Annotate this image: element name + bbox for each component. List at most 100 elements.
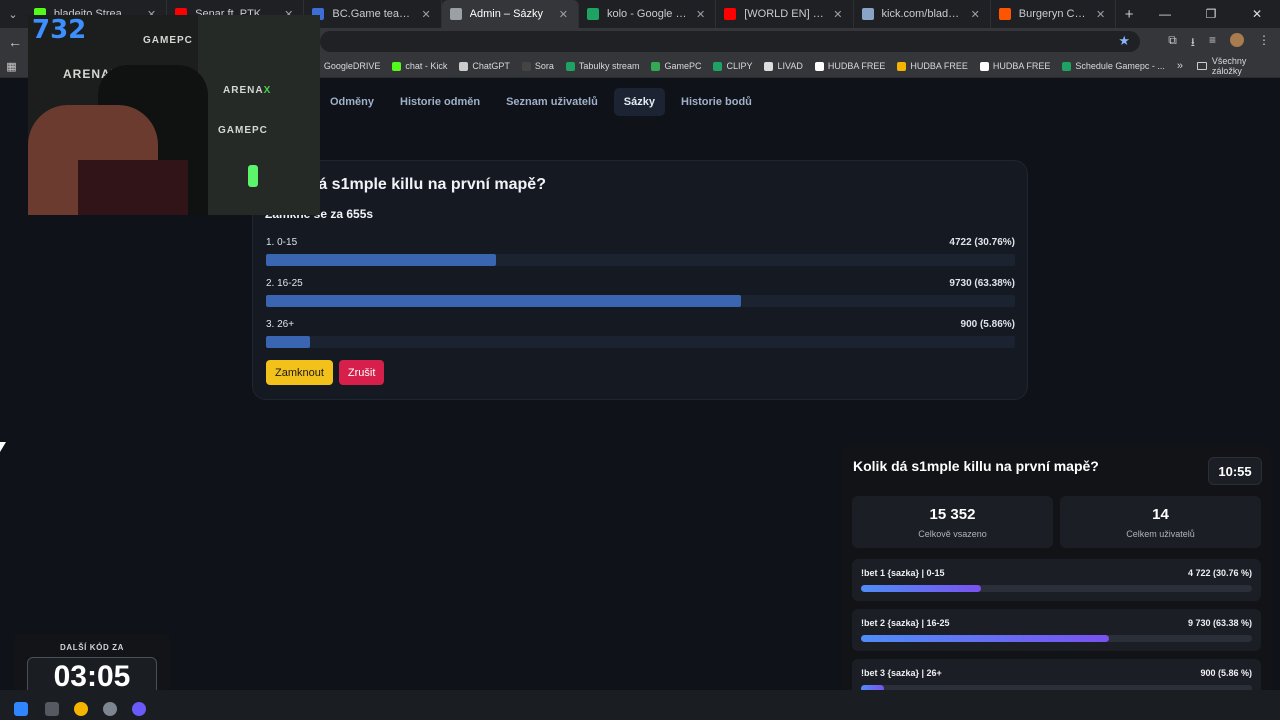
chrome-icon[interactable] <box>74 702 88 716</box>
bookmark-favicon-icon <box>897 61 907 71</box>
lock-button[interactable]: Zamknout <box>266 360 333 385</box>
browser-tab-active[interactable]: Admin – Sázky ✕ <box>441 0 579 28</box>
bookmark-item[interactable]: HUDBA FREE <box>897 61 968 71</box>
bookmark-favicon-icon <box>565 61 575 71</box>
bookmark-favicon-icon <box>814 61 824 71</box>
browser-tab[interactable]: BC.Game team overview ✕ <box>304 0 442 28</box>
close-icon[interactable]: ✕ <box>1096 8 1105 21</box>
bookmark-item[interactable]: HUDBA FREE <box>979 61 1051 71</box>
total-bet-value: 15 352 <box>929 506 976 523</box>
new-tab-button[interactable]: + <box>1116 6 1142 23</box>
bookmark-item[interactable]: chat - Kick <box>392 61 447 71</box>
webcam-overlay: GAMEPC ARENAX ARENAX GAMEPC 732 <box>28 15 320 215</box>
all-bookmarks-button[interactable]: Všechny záložky <box>1197 56 1270 76</box>
sponsor-logo: GAMEPC <box>143 35 193 46</box>
overlay-bet-row: !bet 2 {sazka} | 16-25 9 730 (63.38 %) <box>852 609 1261 651</box>
bookmark-item[interactable]: Sora <box>521 61 554 71</box>
bookmark-item[interactable]: Schedule Gamepc - ... <box>1062 61 1165 71</box>
extensions-icon[interactable]: ⧉ <box>1168 33 1177 54</box>
total-bet-label: Celkově vsazeno <box>918 529 987 539</box>
option-value: 900 (5.86%) <box>960 319 1015 330</box>
bookmark-item[interactable]: HUDBA FREE <box>814 61 885 71</box>
tab-user-list[interactable]: Seznam uživatelů <box>496 88 608 116</box>
avatar[interactable] <box>1230 33 1244 47</box>
obs-icon[interactable] <box>103 702 117 716</box>
bookmark-label: HUDBA FREE <box>992 61 1051 71</box>
tab-label: kick.com/bladeito <box>881 8 965 20</box>
bookmark-item[interactable]: GoogleDRIVE <box>310 61 381 71</box>
overlay-bet-row: !bet 1 {sazka} | 0-15 4 722 (30.76 %) <box>852 559 1261 601</box>
folder-icon <box>1197 62 1207 70</box>
search-icon[interactable] <box>45 702 59 716</box>
bet-label: !bet 1 {sazka} | 0-15 <box>861 568 945 578</box>
tab-label: [WORLD EN] CS2 LCQ - Y <box>744 8 828 20</box>
next-code-label: DALŠÍ KÓD ZA <box>59 643 125 652</box>
back-arrow-icon[interactable]: ← <box>0 34 30 50</box>
bookmark-label: chat - Kick <box>405 61 448 71</box>
option-label: 3. 26+ <box>266 319 295 330</box>
close-icon[interactable]: ✕ <box>833 8 842 21</box>
bookmark-label: ChatGPT <box>472 61 510 71</box>
bet-value: 4 722 (30.76 %) <box>1187 568 1252 578</box>
close-icon[interactable]: ✕ <box>971 8 980 21</box>
tab-reward-history[interactable]: Historie odměn <box>390 88 490 116</box>
tab-rewards[interactable]: Odměny <box>320 88 384 116</box>
download-icon[interactable]: ⭳ <box>1191 33 1195 54</box>
browser-tab[interactable]: [WORLD EN] CS2 LCQ - Y ✕ <box>716 0 854 28</box>
bet-bar-track <box>861 585 1252 592</box>
bookmark-item[interactable]: LIVAD <box>764 61 803 71</box>
bet-label: !bet 2 {sazka} | 16-25 <box>861 618 950 628</box>
bookmark-item[interactable]: CLIPY <box>713 61 752 71</box>
discord-icon[interactable] <box>132 702 146 716</box>
tab-bets[interactable]: Sázky <box>613 88 665 116</box>
bookmark-item[interactable]: Tabulky stream <box>565 61 639 71</box>
cancel-button[interactable]: Zrušit <box>338 360 385 385</box>
browser-tab[interactable]: kick.com/bladeito ✕ <box>854 0 991 28</box>
poll-option: 3. 26+ 900 (5.86%) <box>266 319 1015 348</box>
bookmark-favicon-icon <box>764 61 774 71</box>
bet-bar-fill <box>861 635 1109 642</box>
total-bet-stat: 15 352 Celkově vsazeno <box>852 496 1053 548</box>
tab-label: Burgeryn CS2 - FACEIT.co <box>1018 8 1090 20</box>
address-bar[interactable] <box>320 31 1140 52</box>
chevron-more-icon[interactable]: » <box>1177 60 1183 72</box>
bet-value: 900 (5.86 %) <box>1200 668 1252 678</box>
bookmark-favicon-icon <box>459 61 469 71</box>
close-icon[interactable]: ✕ <box>696 8 705 21</box>
bookmark-label: LIVAD <box>777 61 803 71</box>
apps-grid-icon[interactable]: ▦ <box>0 60 23 73</box>
windows-start-icon[interactable] <box>14 702 28 716</box>
bookmark-favicon-icon <box>1062 61 1072 71</box>
bookmark-label: Schedule Gamepc - ... <box>1075 61 1165 71</box>
overlay-question: Kolik dá s1mple killu na první mapě? <box>853 458 1099 474</box>
toolbar-icons: ⧉ ⭳ ≡ ⋮ <box>1168 33 1270 54</box>
tab-search-icon[interactable]: ⌄ <box>0 0 26 28</box>
bookmark-item[interactable]: GamePC <box>651 61 701 71</box>
streamer-shirt <box>78 160 188 215</box>
sponsor-logo: ARENAX <box>223 85 272 96</box>
tab-points-history[interactable]: Historie bodů <box>671 88 762 116</box>
option-value: 4722 (30.76%) <box>949 237 1015 248</box>
browser-tab[interactable]: kolo - Google Таблицы ✕ <box>579 0 717 28</box>
poll-actions: Zamknout Zrušit <box>266 360 385 385</box>
close-icon[interactable]: ✕ <box>421 8 430 21</box>
all-bookmarks-label: Všechny záložky <box>1211 56 1247 76</box>
bookmark-label: HUDBA FREE <box>910 61 968 71</box>
maximize-icon[interactable]: ❐ <box>1188 7 1234 21</box>
bookmark-item[interactable]: ChatGPT <box>459 61 510 71</box>
bookmark-label: GoogleDRIVE <box>323 61 381 71</box>
bookmark-list: GoogleDRIVE chat - Kick ChatGPT Sora Tabulky… <box>310 61 1177 71</box>
bookmark-star-icon[interactable]: ★ <box>1118 33 1130 49</box>
media-icon[interactable]: ≡ <box>1209 33 1216 54</box>
overlay-timer: 10:55 <box>1208 457 1262 485</box>
bet-label: !bet 3 {sazka} | 26+ <box>861 668 942 678</box>
close-window-icon[interactable]: ✕ <box>1234 7 1280 21</box>
minimize-icon[interactable]: — <box>1142 7 1188 21</box>
bookmark-favicon-icon <box>651 61 661 71</box>
close-icon[interactable]: ✕ <box>559 8 568 21</box>
tab-favicon-icon <box>861 8 874 20</box>
menu-icon[interactable]: ⋮ <box>1258 33 1270 54</box>
browser-tab[interactable]: Burgeryn CS2 - FACEIT.co ✕ <box>991 0 1117 28</box>
tab-label: BC.Game team overview <box>332 8 415 20</box>
taskbar <box>0 690 1280 720</box>
